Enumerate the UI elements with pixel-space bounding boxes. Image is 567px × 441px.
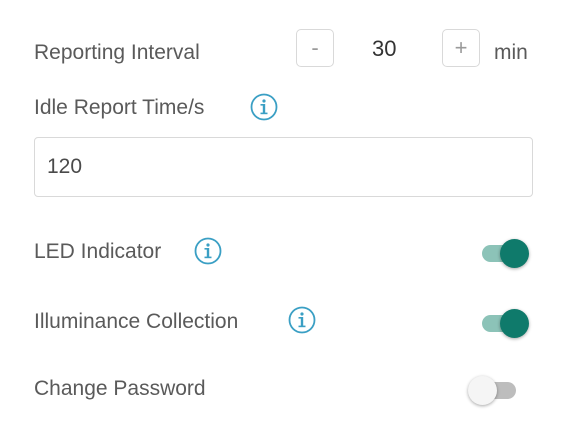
increment-button[interactable]: + — [442, 29, 480, 67]
toggle-thumb — [500, 239, 529, 268]
idle-report-time-label: Idle Report Time/s — [34, 96, 205, 119]
info-circle-icon[interactable] — [194, 237, 222, 265]
reporting-interval-label: Reporting Interval — [34, 41, 200, 64]
led-indicator-label: LED Indicator — [34, 240, 162, 263]
reporting-interval-value[interactable]: 30 — [372, 38, 396, 60]
info-circle-icon[interactable] — [288, 306, 316, 334]
illuminance-collection-toggle[interactable] — [480, 308, 530, 338]
change-password-label: Change Password — [34, 377, 206, 400]
decrement-button[interactable]: - — [296, 29, 334, 67]
info-circle-icon[interactable] — [250, 93, 278, 121]
led-indicator-toggle[interactable] — [480, 238, 530, 268]
toggle-thumb — [500, 309, 529, 338]
idle-report-time-input[interactable] — [34, 137, 533, 197]
change-password-toggle[interactable] — [468, 375, 520, 405]
illuminance-collection-label: Illuminance Collection — [34, 310, 239, 333]
reporting-interval-unit: min — [494, 41, 528, 64]
toggle-thumb — [468, 376, 497, 405]
